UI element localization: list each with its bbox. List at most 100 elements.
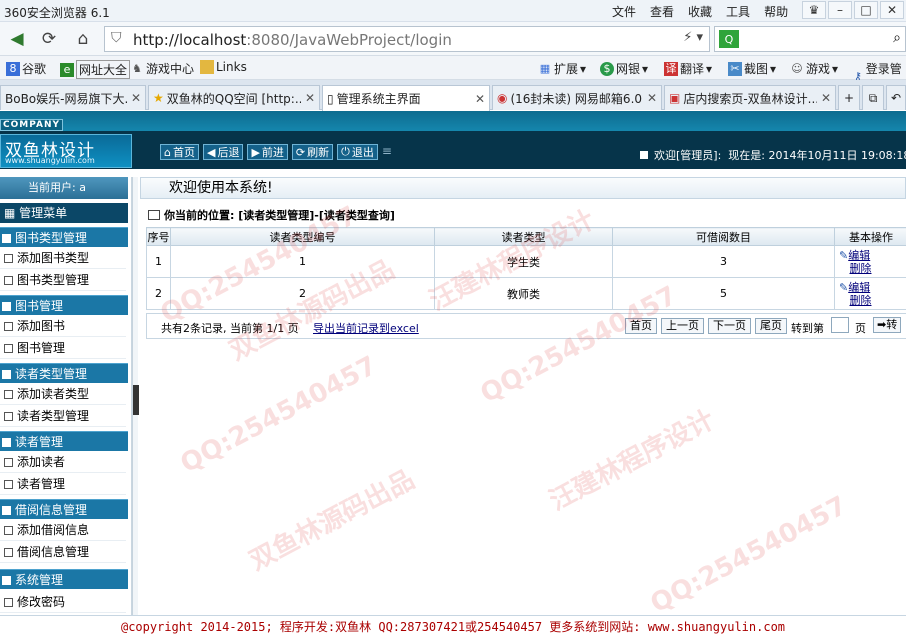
menu-group-reader[interactable]: 读者管理: [0, 431, 128, 451]
close-icon[interactable]: ✕: [880, 1, 904, 19]
pencil-icon: ✎: [839, 248, 849, 262]
pencil-icon: ✎: [839, 280, 849, 294]
menu-group-booktype[interactable]: 图书类型管理: [0, 227, 128, 247]
page-icon: [4, 598, 13, 607]
tab-bar: BoBo娱乐-网易旗下大... ✕ ★ 双鱼林的QQ空间 [http:... ✕ ▯ 管…: [0, 80, 906, 111]
fav-links[interactable]: Links: [200, 60, 247, 74]
tab-close-icon[interactable]: ✕: [305, 91, 315, 105]
bank-icon: $: [600, 61, 614, 76]
minimize-icon[interactable]: –: [828, 1, 852, 19]
menu-item-booktype-manage[interactable]: 图书类型管理: [0, 269, 126, 291]
ext-bank[interactable]: $ 网银 ▾: [600, 60, 648, 77]
undo-close-button[interactable]: ↶: [886, 85, 906, 110]
tab-mail[interactable]: ◉ (16封未读) 网易邮箱6.0... ✕: [492, 85, 662, 110]
ext-translate[interactable]: 译翻译 ▾: [664, 60, 712, 77]
fav-hao[interactable]: e 网址大全: [60, 60, 131, 79]
menu-tools[interactable]: 工具: [726, 3, 750, 20]
edit-link[interactable]: 编辑: [848, 249, 870, 262]
address-bar[interactable]: ⛉ http://localhost:8080/JavaWebProject/l…: [104, 26, 710, 52]
menu-help[interactable]: 帮助: [764, 3, 788, 20]
menu-item-add-readertype[interactable]: 添加读者类型: [0, 383, 126, 405]
menu-item-change-password[interactable]: 修改密码: [0, 591, 126, 613]
last-page-button[interactable]: 尾页: [755, 318, 787, 334]
skin-icon[interactable]: ♛: [802, 1, 826, 19]
search-box[interactable]: Q ⌕: [714, 26, 906, 52]
site-header: 双鱼林设计 www.shuangyulin.com ⌂ 首页 ◀ 后退 ▶ 前进 ⟳ 刷…: [0, 131, 906, 169]
tab-close-icon[interactable]: ✕: [821, 91, 831, 105]
collapse-arrow-icon[interactable]: [133, 385, 139, 415]
fav-games[interactable]: ♞ 游戏中心: [130, 60, 194, 77]
menu-group-readertype[interactable]: 读者类型管理: [0, 363, 128, 383]
cell-id: 1: [170, 245, 435, 278]
web-page: COMPANY 双鱼林设计 www.shuangyulin.com ⌂ 首页 ◀ 后…: [0, 111, 906, 640]
refresh-icon: ⟳: [295, 145, 306, 159]
edit-link[interactable]: 编辑: [848, 281, 870, 294]
menu-view[interactable]: 查看: [650, 3, 674, 20]
back-button[interactable]: ◀ 后退: [202, 144, 244, 160]
menu-item-borrow-manage[interactable]: 借阅信息管理: [0, 541, 126, 563]
forward-button[interactable]: ▶ 前进: [247, 144, 288, 160]
next-page-button[interactable]: 下一页: [708, 318, 751, 334]
menu-item-add-book[interactable]: 添加图书: [0, 315, 126, 337]
first-page-button[interactable]: 首页: [625, 318, 657, 334]
menu-item-add-booktype[interactable]: 添加图书类型: [0, 247, 126, 269]
pager-buttons: 首页 上一页 下一页 尾页: [625, 318, 787, 334]
delete-link[interactable]: 删除: [850, 262, 872, 275]
page-icon: [4, 344, 13, 353]
maximize-icon[interactable]: □: [854, 1, 878, 19]
fav-google[interactable]: 8 谷歌: [6, 60, 46, 77]
tab-list-button[interactable]: ⧉: [862, 85, 884, 110]
tab-qzone[interactable]: ★ 双鱼林的QQ空间 [http:... ✕: [148, 85, 320, 110]
page-number-input[interactable]: [831, 317, 849, 333]
menu-item-book-manage[interactable]: 图书管理: [0, 337, 126, 359]
site-logo: 双鱼林设计 www.shuangyulin.com: [0, 134, 132, 168]
undo-icon: ↶: [890, 91, 902, 105]
menu-item-add-reader[interactable]: 添加读者: [0, 451, 126, 473]
tab-shop[interactable]: ▣ 店内搜索页-双鱼林设计... ✕: [664, 85, 836, 110]
search-icon[interactable]: ⌕: [893, 30, 901, 46]
page-icon: [4, 390, 13, 399]
page-icon: [4, 276, 13, 285]
tab-close-icon[interactable]: ✕: [647, 91, 657, 105]
welcome-banner: 欢迎使用本系统!: [140, 177, 906, 199]
refresh-button[interactable]: ⟳ 刷新: [291, 144, 334, 160]
home-button[interactable]: ⌂ 首页: [160, 144, 199, 160]
logout-button[interactable]: ⏻ 退出: [337, 144, 378, 160]
tabs-icon: ⧉: [868, 90, 878, 105]
tab-close-icon[interactable]: ✕: [475, 92, 485, 106]
page-icon: [4, 322, 13, 331]
ext-extensions[interactable]: ▦ 扩展 ▾: [538, 60, 586, 77]
prev-page-button[interactable]: 上一页: [661, 318, 704, 334]
export-excel-link[interactable]: 导出当前记录到excel: [313, 320, 419, 336]
tab-close-icon[interactable]: ✕: [131, 91, 141, 105]
new-tab-button[interactable]: +: [838, 85, 860, 110]
ext-games[interactable]: ☺ 游戏 ▾: [790, 60, 838, 77]
menu-file[interactable]: 文件: [612, 3, 636, 20]
translate-icon: 译: [664, 61, 678, 76]
pager: 共有2条记录, 当前第 1/1 页 导出当前记录到excel 首页 上一页 下一…: [146, 313, 906, 339]
ext-screenshot[interactable]: ✂ 截图 ▾: [728, 60, 776, 77]
tab-main-system[interactable]: ▯ 管理系统主界面 ✕: [322, 85, 490, 111]
dropdown-chevron-icon[interactable]: ⚡ ▾: [683, 30, 703, 45]
menu-item-reader-manage[interactable]: 读者管理: [0, 473, 126, 495]
menu-group-system[interactable]: 系统管理: [0, 569, 128, 589]
arrow-left-icon: ◀: [206, 145, 216, 159]
menu-group-borrow[interactable]: 借阅信息管理: [0, 499, 128, 519]
browser-menu: 文件 查看 收藏 工具 帮助: [612, 3, 788, 20]
back-icon[interactable]: ◀: [4, 26, 30, 52]
menu-group-book[interactable]: 图书管理: [0, 295, 128, 315]
menu-item-add-borrow[interactable]: 添加借阅信息: [0, 519, 126, 541]
home-icon[interactable]: ⌂: [70, 26, 96, 52]
menu-item-readertype-manage[interactable]: 读者类型管理: [0, 405, 126, 427]
search-engine-icon[interactable]: Q: [719, 30, 739, 48]
browser-titlebar: 360安全浏览器 6.1 文件 查看 收藏 工具 帮助 ♛ – □ ✕: [0, 0, 906, 22]
delete-link[interactable]: 删除: [850, 294, 872, 307]
user-label: 欢迎[管理员]:: [654, 149, 722, 162]
menu-title: ▦ 管理菜单: [0, 203, 128, 223]
tab-bobo[interactable]: BoBo娱乐-网易旗下大... ✕: [0, 85, 146, 110]
menu-icon[interactable]: ≡: [382, 144, 392, 160]
refresh-icon[interactable]: ⟳: [36, 26, 62, 52]
menu-splitter[interactable]: [132, 177, 139, 615]
go-button[interactable]: ➡转: [873, 317, 902, 333]
menu-favorites[interactable]: 收藏: [688, 3, 712, 20]
